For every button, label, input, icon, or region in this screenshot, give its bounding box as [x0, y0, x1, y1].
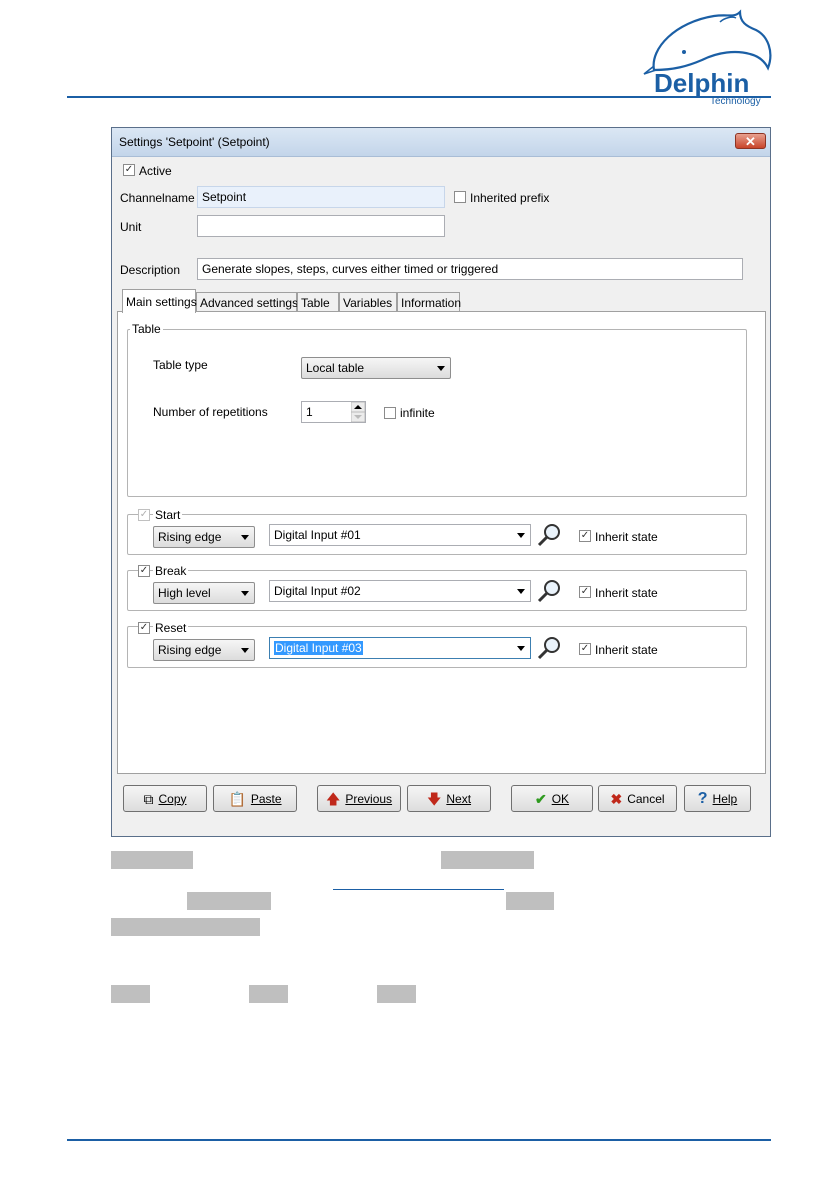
unit-field[interactable] — [197, 215, 445, 237]
repetitions-value: 1 — [306, 405, 313, 419]
redacted-block — [111, 918, 260, 936]
break-edge-select[interactable]: High level — [153, 582, 255, 604]
settings-dialog: Settings 'Setpoint' (Setpoint) ✕ ✓ Activ… — [111, 127, 771, 837]
reset-edge-value: Rising edge — [158, 643, 222, 657]
active-checkbox[interactable]: ✓ — [123, 164, 135, 176]
reset-input-value: Digital Input #03 — [274, 641, 363, 655]
redacted-block — [441, 851, 534, 869]
unit-label: Unit — [120, 220, 142, 234]
header-rule — [67, 96, 771, 98]
cross-icon: ✖ — [610, 790, 623, 807]
paste-button[interactable]: 📋 Paste — [213, 785, 297, 812]
description-label: Description — [120, 263, 181, 277]
copy-icon: ⧉ — [143, 790, 154, 807]
table-type-select[interactable]: Local table — [301, 357, 451, 379]
break-inherit-label: Inherit state — [595, 586, 658, 600]
chevron-down-icon — [437, 366, 445, 371]
redacted-block — [187, 892, 271, 910]
ok-label: OK — [551, 791, 570, 806]
arrow-up-icon: 🡅 — [325, 790, 341, 807]
infinite-label: infinite — [400, 406, 435, 420]
dialog-title: Settings 'Setpoint' (Setpoint) — [119, 135, 270, 149]
chevron-down-icon — [517, 533, 525, 538]
active-label: Active — [139, 164, 172, 178]
tab-variables[interactable]: Variables — [339, 292, 397, 312]
arrow-down-icon: 🡇 — [426, 790, 442, 807]
next-button[interactable]: 🡇 Next — [407, 785, 491, 812]
channelname-field[interactable]: Setpoint — [197, 186, 445, 208]
start-label: Start — [153, 508, 183, 522]
table-type-value: Local table — [306, 361, 365, 375]
chevron-down-icon — [241, 535, 249, 540]
start-input-select[interactable]: Digital Input #01 — [269, 524, 531, 546]
break-label: Break — [153, 564, 189, 578]
help-button[interactable]: ? Help — [684, 785, 751, 812]
break-checkbox[interactable]: ✓ — [138, 565, 150, 577]
redacted-block — [249, 985, 288, 1003]
description-field[interactable]: Generate slopes, steps, curves either ti… — [197, 258, 743, 280]
start-edge-select[interactable]: Rising edge — [153, 526, 255, 548]
reset-checkbox[interactable]: ✓ — [138, 622, 150, 634]
redacted-block — [111, 985, 150, 1003]
chevron-down-icon — [517, 646, 525, 651]
repetitions-label: Number of repetitions — [153, 405, 268, 419]
delphin-logo: Delphin Technology — [643, 9, 772, 106]
inherited-prefix-checkbox[interactable] — [454, 191, 466, 203]
help-icon: ? — [697, 789, 708, 807]
channelname-label: Channelname — [120, 191, 195, 205]
start-inherit-label: Inherit state — [595, 530, 658, 544]
reset-browse-search-icon[interactable] — [535, 634, 563, 660]
link-underline[interactable] — [333, 889, 504, 890]
redacted-block — [111, 851, 193, 869]
start-checkbox[interactable]: ✓ — [138, 509, 150, 521]
redacted-block — [377, 985, 416, 1003]
close-button[interactable]: ✕ — [735, 133, 766, 149]
tab-panel-main-settings: Table Table type Local table Number of r… — [117, 311, 766, 774]
chevron-down-icon — [517, 589, 525, 594]
start-input-value: Digital Input #01 — [274, 528, 361, 542]
break-input-select[interactable]: Digital Input #02 — [269, 580, 531, 602]
previous-button[interactable]: 🡅 Previous — [317, 785, 401, 812]
chevron-down-icon — [241, 591, 249, 596]
reset-edge-select[interactable]: Rising edge — [153, 639, 255, 661]
cancel-button[interactable]: ✖ Cancel — [598, 785, 677, 812]
footer-rule — [67, 1139, 771, 1141]
inherited-prefix-label: Inherited prefix — [470, 191, 550, 205]
start-inherit-checkbox[interactable]: ✓ — [579, 530, 591, 542]
reset-inherit-checkbox[interactable]: ✓ — [579, 643, 591, 655]
tab-table[interactable]: Table — [297, 292, 339, 312]
spinner-arrows-icon[interactable] — [351, 402, 365, 422]
close-icon: ✕ — [745, 134, 756, 149]
help-label: Help — [712, 791, 738, 806]
start-edge-value: Rising edge — [158, 530, 222, 544]
copy-label: Copy — [158, 791, 187, 806]
break-input-value: Digital Input #02 — [274, 584, 361, 598]
break-browse-search-icon[interactable] — [535, 577, 563, 603]
tab-main-settings[interactable]: Main settings — [122, 289, 197, 313]
previous-label: Previous — [345, 791, 393, 806]
table-group-label: Table — [130, 322, 163, 336]
title-bar: Settings 'Setpoint' (Setpoint) ✕ — [112, 128, 770, 157]
tab-advanced-settings[interactable]: Advanced settings — [196, 292, 298, 312]
cancel-label: Cancel — [627, 791, 665, 806]
chevron-down-icon — [241, 648, 249, 653]
paste-icon: 📋 — [228, 790, 246, 807]
reset-inherit-label: Inherit state — [595, 643, 658, 657]
tab-information[interactable]: Information — [397, 292, 461, 312]
next-label: Next — [446, 791, 472, 806]
ok-button[interactable]: ✔ OK — [511, 785, 593, 812]
paste-label: Paste — [250, 791, 282, 806]
table-type-label: Table type — [153, 358, 208, 372]
redacted-block — [506, 892, 554, 910]
break-edge-value: High level — [158, 586, 211, 600]
break-inherit-checkbox[interactable]: ✓ — [579, 586, 591, 598]
checkmark-icon: ✔ — [534, 790, 547, 807]
infinite-checkbox[interactable] — [384, 407, 396, 419]
reset-input-select[interactable]: Digital Input #03 — [269, 637, 531, 659]
start-browse-search-icon[interactable] — [535, 521, 563, 547]
reset-label: Reset — [153, 621, 189, 635]
copy-button[interactable]: ⧉ Copy — [123, 785, 207, 812]
logo-text: Delphin — [654, 68, 749, 98]
